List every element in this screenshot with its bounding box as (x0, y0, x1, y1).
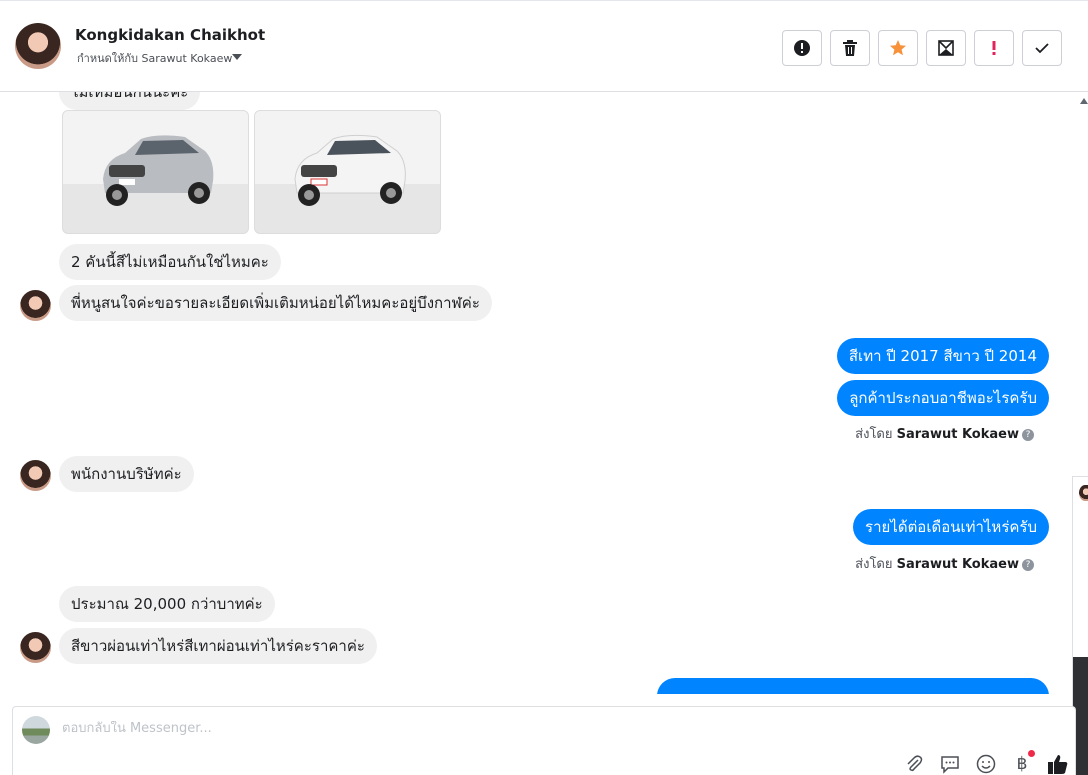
exclamation-icon (992, 41, 996, 55)
help-icon[interactable]: ? (1022, 429, 1034, 441)
checkmark-icon (1035, 43, 1049, 54)
sender-avatar[interactable] (20, 290, 51, 321)
sent-by-name: Sarawut Kokaew (896, 557, 1019, 572)
scroll-up-arrow-icon[interactable] (1080, 98, 1088, 104)
star-button[interactable] (878, 30, 918, 66)
report-spam-button[interactable] (782, 30, 822, 66)
delete-button[interactable] (830, 30, 870, 66)
sender-avatar[interactable] (20, 632, 51, 663)
sender-avatar[interactable] (20, 460, 51, 491)
speech-bubble-icon (941, 756, 959, 774)
incoming-message: ไม่เหมือนกันนะคะ (59, 92, 201, 110)
outgoing-message: สีเทา ปี 2017 สีขาว ปี 2014 (836, 338, 1049, 374)
message-thread[interactable]: ไม่เหมือนกันนะคะ 2 คันนี้สีไม่เหมือนกันใ… (0, 92, 1072, 694)
saved-replies-button[interactable] (939, 753, 961, 775)
mark-unread-icon (938, 40, 954, 56)
outgoing-message-partial (657, 678, 1049, 694)
reply-composer: ฿ (12, 706, 1076, 775)
outgoing-message: ลูกค้าประกอบอาชีพอะไรครับ (837, 380, 1049, 416)
page-avatar (22, 716, 50, 744)
car-photo-silver[interactable] (62, 110, 249, 234)
sent-by-label: ส่งโดย Sarawut Kokaew? (855, 423, 1034, 444)
emoji-button[interactable] (975, 753, 997, 775)
messenger-conversation: Kongkidakan Chaikhot กำหนดให้กับ Sarawut… (0, 0, 1088, 775)
paperclip-icon (907, 755, 923, 772)
conversation-header: Kongkidakan Chaikhot กำหนดให้กับ Sarawut… (0, 0, 1088, 92)
incoming-message: พนักงานบริษัทค่ะ (59, 456, 194, 492)
incoming-message: พี่หนูสนใจค่ะขอรายละเอียดเพิ่มเติมหน่อยไ… (59, 285, 492, 321)
incoming-message: 2 คันนี้สีไม่เหมือนกันใช่ไหมคะ (59, 244, 281, 280)
trash-icon (843, 40, 857, 56)
car-image (294, 134, 406, 206)
alert-circle-icon (794, 40, 810, 56)
mark-unread-button[interactable] (926, 30, 966, 66)
sent-by-label: ส่งโดย Sarawut Kokaew? (855, 553, 1034, 574)
smiley-icon (976, 754, 996, 774)
side-avatar[interactable] (1079, 485, 1088, 501)
incoming-message: ประมาณ 20,000 กว่าบาทค่ะ (59, 586, 275, 622)
help-icon[interactable]: ? (1022, 559, 1034, 571)
sent-by-prefix: ส่งโดย (855, 557, 893, 572)
assign-dropdown-caret-icon[interactable] (232, 54, 242, 60)
baht-icon: ฿ (1016, 754, 1028, 774)
sent-by-prefix: ส่งโดย (855, 427, 893, 442)
incoming-message: สีขาวผ่อนเท่าไหร่สีเทาผ่อนเท่าไหร่คะราคา… (59, 628, 377, 664)
car-photo-white[interactable] (254, 110, 441, 234)
notification-dot (1028, 750, 1035, 757)
star-icon (890, 40, 906, 56)
thumbs-up-icon (1048, 755, 1068, 774)
attach-button[interactable] (903, 753, 925, 775)
payment-button[interactable]: ฿ (1011, 750, 1035, 775)
outgoing-message: รายได้ต่อเดือนเท่าไหร่ครับ (853, 509, 1049, 545)
reply-input[interactable] (62, 721, 762, 736)
sent-by-name: Sarawut Kokaew (896, 427, 1019, 442)
assigned-to-label[interactable]: กำหนดให้กับ Sarawut Kokaew (77, 49, 232, 67)
mark-important-button[interactable] (974, 30, 1014, 66)
mark-done-button[interactable] (1022, 30, 1062, 66)
car-image (103, 135, 214, 206)
contact-avatar[interactable] (15, 23, 61, 69)
like-button[interactable] (1047, 753, 1069, 775)
conversation-toolbar (782, 30, 1062, 66)
composer-actions: ฿ (903, 750, 1069, 775)
contact-name[interactable]: Kongkidakan Chaikhot (75, 26, 265, 44)
